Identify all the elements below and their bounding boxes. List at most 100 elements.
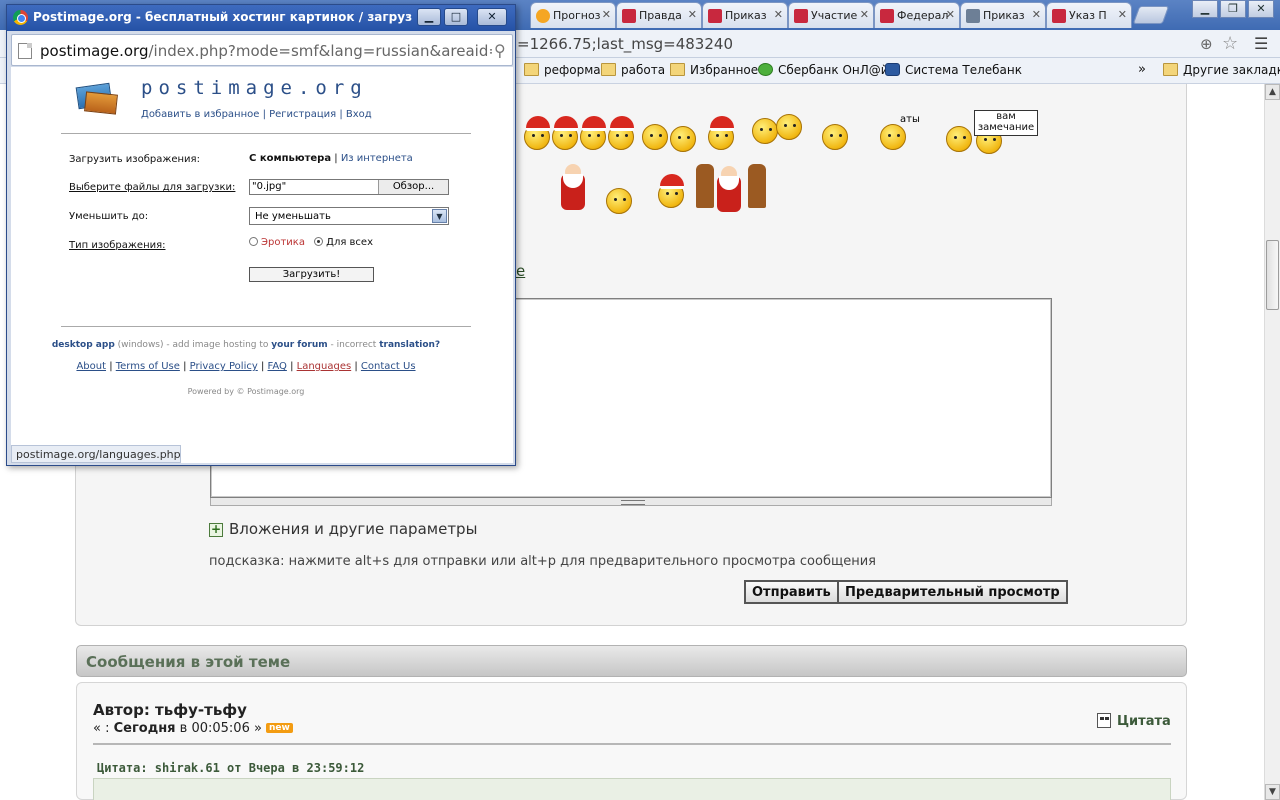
browse-button[interactable]: Обзор... xyxy=(378,180,448,194)
new-tab-button[interactable] xyxy=(1132,6,1170,24)
bookmark-label: реформа xyxy=(544,63,601,77)
close-icon[interactable]: ✕ xyxy=(477,8,507,26)
elf-smiley-icon[interactable] xyxy=(752,118,778,144)
erotic-radio[interactable] xyxy=(249,237,258,246)
footer-text: - incorrect xyxy=(327,340,380,350)
topic-messages-header: Сообщения в этой теме xyxy=(76,645,1187,677)
faq-link[interactable]: FAQ xyxy=(268,361,287,372)
account-links[interactable]: Добавить в избранное | Регистрация | Вхо… xyxy=(141,109,372,120)
translation-link[interactable]: translation? xyxy=(379,340,440,350)
zoom-icon[interactable]: ⊕ xyxy=(1200,35,1213,53)
all-ages-radio[interactable] xyxy=(314,237,324,246)
tab[interactable]: Прогноз ✕ xyxy=(530,2,616,28)
bookmark-label: Система Телебанк xyxy=(905,63,1022,77)
minimize-icon[interactable]: ▁ xyxy=(417,8,441,26)
tab[interactable]: Федерал ✕ xyxy=(874,2,960,28)
close-icon[interactable]: ✕ xyxy=(1032,8,1041,21)
textarea-resize-handle[interactable] xyxy=(210,498,1052,506)
santa-figure-icon[interactable] xyxy=(712,162,746,216)
search-icon[interactable]: ⚲ xyxy=(494,41,506,60)
page-scrollbar[interactable]: ▲ ▼ xyxy=(1264,84,1280,800)
tab[interactable]: Приказ ✕ xyxy=(702,2,788,28)
bookmark-folder[interactable]: Избранное xyxy=(670,63,758,77)
attachments-toggle[interactable]: + Вложения и другие параметры xyxy=(209,520,477,538)
santa-smiley-icon[interactable] xyxy=(608,116,634,150)
bookmark-link[interactable]: Система Телебанк xyxy=(885,63,1022,77)
smiley-icon[interactable] xyxy=(670,126,696,152)
from-internet-link[interactable]: Из интернета xyxy=(341,153,413,164)
tab[interactable]: Участие ✕ xyxy=(788,2,874,28)
santa-smiley-icon[interactable] xyxy=(524,116,550,150)
resize-select[interactable]: Не уменьшать ▼ xyxy=(249,207,449,225)
contact-link[interactable]: Contact Us xyxy=(361,361,416,372)
scroll-down-arrow-icon[interactable]: ▼ xyxy=(1265,784,1280,800)
preview-button[interactable]: Предварительный просмотр xyxy=(837,580,1068,604)
your-forum-link[interactable]: your forum xyxy=(271,340,327,350)
from-computer-option[interactable]: С компьютера xyxy=(249,153,331,164)
other-bookmarks[interactable]: Другие закладки xyxy=(1163,63,1280,77)
upload-button[interactable]: Загрузить! xyxy=(249,267,374,282)
santa-smiley-icon[interactable] xyxy=(552,116,578,150)
scroll-up-arrow-icon[interactable]: ▲ xyxy=(1265,84,1280,100)
privacy-link[interactable]: Privacy Policy xyxy=(190,361,258,372)
close-icon[interactable]: ✕ xyxy=(1118,8,1127,21)
postimage-logo-icon xyxy=(75,81,119,115)
about-link[interactable]: About xyxy=(76,361,106,372)
angel-smiley-icon[interactable] xyxy=(642,124,668,150)
minimize-icon[interactable]: ▁ xyxy=(1192,0,1218,18)
chevron-down-icon[interactable]: ▼ xyxy=(432,209,447,223)
choose-files-label: Выберите файлы для загрузки: xyxy=(69,182,236,193)
smiley-icon[interactable] xyxy=(606,188,632,214)
soldier-smiley-icon[interactable] xyxy=(822,124,848,150)
footer-info: desktop app (windows) - add image hostin… xyxy=(11,340,481,350)
folder-icon xyxy=(670,63,685,76)
popup-title: Postimage.org - бесплатный хостинг карти… xyxy=(33,10,413,24)
file-name: "0.jpg" xyxy=(252,181,287,192)
bookmark-star-icon[interactable]: ☆ xyxy=(1222,33,1238,54)
address-text[interactable]: =1266.75;last_msg=483240 xyxy=(517,35,733,53)
footer-links: About | Terms of Use | Privacy Policy | … xyxy=(76,361,416,372)
desktop-app-link[interactable]: desktop app xyxy=(52,340,115,350)
close-icon[interactable]: ✕ xyxy=(602,8,611,21)
tab[interactable]: Указ П ✕ xyxy=(1046,2,1132,28)
remark-smiley-icon[interactable] xyxy=(946,126,972,152)
send-button[interactable]: Отправить xyxy=(744,580,839,604)
restore-icon[interactable]: ❐ xyxy=(1220,0,1246,18)
date-time: в 00:05:06 » xyxy=(175,721,262,736)
popup-titlebar[interactable]: Postimage.org - бесплатный хостинг карти… xyxy=(7,5,515,31)
bookmark-folder[interactable]: реформа xyxy=(524,63,601,77)
wrench-menu-icon[interactable]: ☰ xyxy=(1254,34,1268,53)
reindeer-icon[interactable] xyxy=(748,164,766,208)
languages-link[interactable]: Languages xyxy=(297,361,352,372)
tab[interactable]: Правда ✕ xyxy=(616,2,702,28)
close-icon[interactable]: ✕ xyxy=(688,8,697,21)
popup-url-text[interactable]: postimage.org/index.php?mode=smf&lang=ru… xyxy=(40,42,492,60)
url-path: /index.php?mode=smf&lang=russian&areaid=… xyxy=(148,42,493,60)
quote-header: Цитата: shirak.61 от Вчера в 23:59:12 xyxy=(97,761,365,775)
maximize-icon[interactable]: □ xyxy=(444,8,468,26)
gnome-smiley-icon[interactable] xyxy=(880,124,906,150)
bookmark-link[interactable]: Сбербанк ОнЛ@йн xyxy=(758,63,896,77)
bookmark-folder[interactable]: работа xyxy=(601,63,665,77)
scroll-thumb[interactable] xyxy=(1266,240,1279,310)
close-window-icon[interactable]: ✕ xyxy=(1248,0,1274,18)
upload-source-options: С компьютера | Из интернета xyxy=(249,153,413,164)
tab-label: Указ П xyxy=(1069,9,1107,22)
link-fragment[interactable]: e xyxy=(516,262,525,280)
close-icon[interactable]: ✕ xyxy=(774,8,783,21)
close-icon[interactable]: ✕ xyxy=(860,8,869,21)
santa-figure-icon[interactable] xyxy=(556,160,590,214)
quote-button[interactable]: Цитата xyxy=(1097,713,1171,729)
santa-smiley-icon[interactable] xyxy=(708,116,734,150)
elf-smiley-icon[interactable] xyxy=(776,114,802,140)
santa-smiley-icon[interactable] xyxy=(580,116,606,150)
more-bookmarks-chevron[interactable]: » xyxy=(1138,62,1146,77)
popup-address-bar[interactable]: postimage.org/index.php?mode=smf&lang=ru… xyxy=(11,34,513,66)
santa-smiley-icon[interactable] xyxy=(658,174,684,208)
tab[interactable]: Приказ ✕ xyxy=(960,2,1046,28)
image-type-label: Тип изображения: xyxy=(69,240,166,251)
terms-link[interactable]: Terms of Use xyxy=(116,361,180,372)
close-icon[interactable]: ✕ xyxy=(946,8,955,21)
file-input[interactable]: "0.jpg" Обзор... xyxy=(249,179,449,195)
quote-body xyxy=(93,778,1171,800)
